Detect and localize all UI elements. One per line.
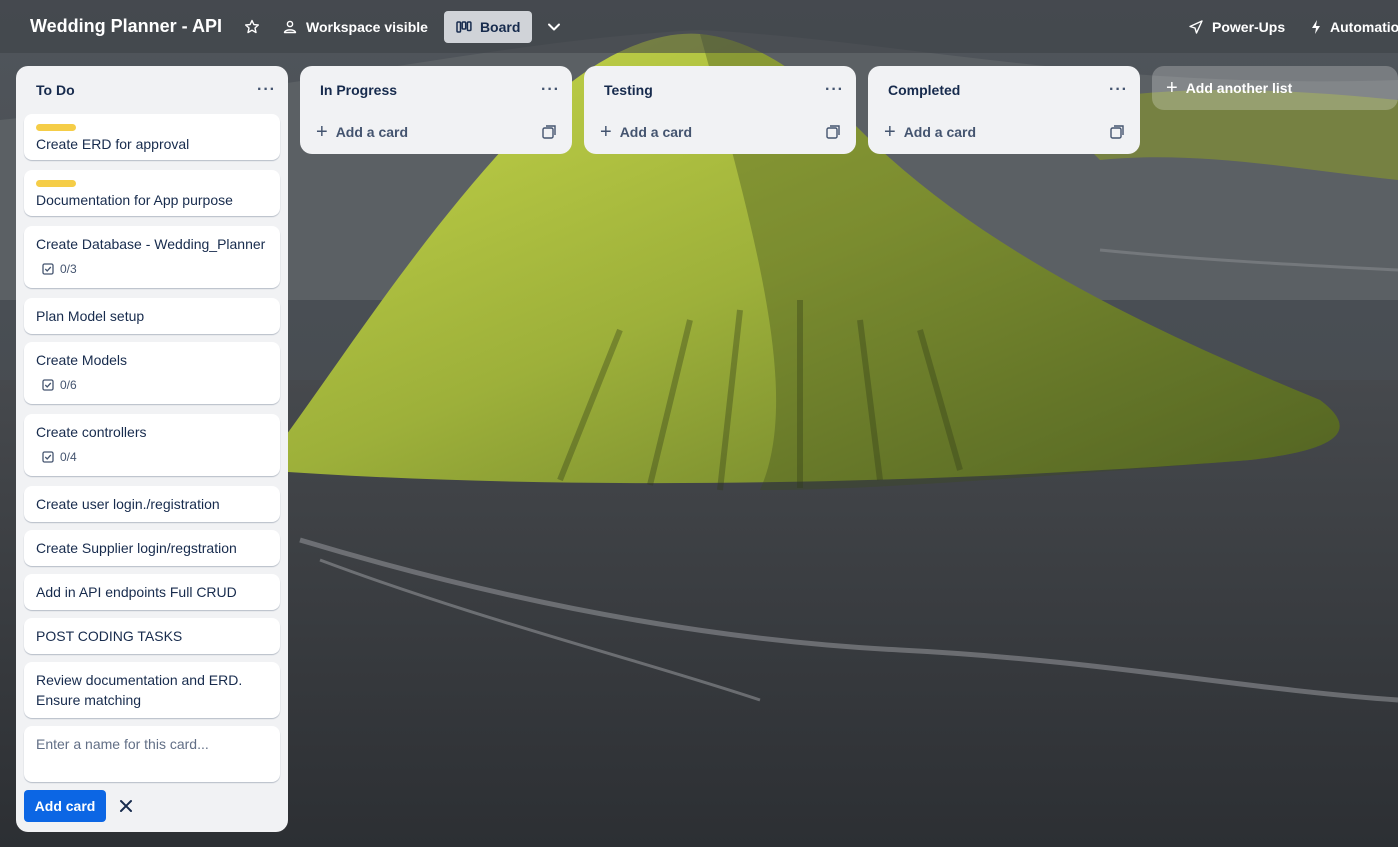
add-a-card-label: Add a card — [903, 124, 977, 140]
star-icon — [244, 19, 260, 35]
card-template-icon[interactable] — [826, 125, 840, 139]
rocket-icon — [1188, 19, 1204, 35]
card[interactable]: Documentation for App purpose — [24, 170, 280, 216]
list-title[interactable]: Completed — [888, 82, 960, 98]
close-icon — [119, 799, 133, 813]
plus-icon: + — [600, 121, 612, 143]
card[interactable]: Plan Model setup — [24, 298, 280, 334]
automation-button[interactable]: Automatio — [1302, 11, 1398, 43]
switch-view-button[interactable] — [538, 11, 570, 43]
list-todo: To Do ··· Create ERD for approval Docume… — [16, 66, 288, 832]
people-icon — [282, 19, 298, 35]
automation-label: Automatio — [1330, 18, 1398, 35]
lightning-icon — [1310, 19, 1322, 35]
card[interactable]: Create Supplier login/regstration — [24, 530, 280, 566]
add-a-card-label: Add a card — [335, 124, 409, 140]
card[interactable]: Add in API endpoints Full CRUD — [24, 574, 280, 610]
list-menu-button[interactable]: ··· — [257, 82, 276, 98]
list-in-progress: In Progress ··· + Add a card — [300, 66, 572, 154]
card[interactable]: Review documentation and ERD. Ensure mat… — [24, 662, 280, 718]
card-title: Plan Model setup — [36, 308, 145, 324]
card[interactable]: Create Database - Wedding_Planner 0/3 — [24, 226, 280, 288]
plus-icon: + — [1166, 76, 1178, 99]
card[interactable]: Create Models 0/6 — [24, 342, 280, 404]
checklist-count: 0/6 — [60, 378, 77, 392]
card-title: Create Supplier login/regstration — [36, 540, 237, 556]
close-composer-button[interactable] — [114, 790, 138, 822]
card-title: Add in API endpoints Full CRUD — [36, 584, 237, 600]
card-title: Create controllers — [36, 424, 147, 440]
card-title: Create ERD for approval — [36, 136, 190, 152]
list-menu-button[interactable]: ··· — [825, 82, 844, 98]
card[interactable]: Create user login./registration — [24, 486, 280, 522]
plus-icon: + — [884, 121, 896, 143]
board-header: Wedding Planner - API Workspace visible … — [0, 0, 1398, 53]
card-label-yellow[interactable] — [36, 124, 76, 131]
card[interactable]: Create controllers 0/4 — [24, 414, 280, 476]
checklist-badge: 0/3 — [42, 262, 77, 276]
card-title: POST CODING TASKS — [36, 628, 183, 644]
add-another-list-label: Add another list — [1185, 80, 1293, 96]
checklist-badge: 0/4 — [42, 450, 77, 464]
board-icon — [456, 20, 472, 34]
card[interactable]: POST CODING TASKS — [24, 618, 280, 654]
list-header: In Progress ··· — [300, 66, 572, 114]
card-title: Documentation for App purpose — [36, 192, 233, 208]
board-view-label: Board — [479, 18, 521, 35]
powerups-button[interactable]: Power-Ups — [1180, 11, 1293, 43]
list-title[interactable]: Testing — [604, 82, 653, 98]
list-completed: Completed ··· + Add a card — [868, 66, 1140, 154]
plus-icon: + — [316, 121, 328, 143]
list-header: To Do ··· — [16, 66, 288, 114]
add-a-card-button[interactable]: + Add a card — [592, 114, 848, 150]
board-view-button[interactable]: Board — [443, 10, 533, 43]
card-template-icon[interactable] — [542, 125, 556, 139]
list-title[interactable]: To Do — [36, 82, 75, 98]
card-template-icon[interactable] — [1110, 125, 1124, 139]
board-title[interactable]: Wedding Planner - API — [30, 16, 222, 37]
checklist-count: 0/3 — [60, 262, 77, 276]
visibility-label: Workspace visible — [306, 18, 428, 35]
add-a-card-button[interactable]: + Add a card — [876, 114, 1132, 150]
add-a-card-label: Add a card — [619, 124, 693, 140]
checkbox-icon — [42, 379, 54, 391]
list-menu-button[interactable]: ··· — [541, 82, 560, 98]
card-label-yellow[interactable] — [36, 180, 76, 187]
list-header: Testing ··· — [584, 66, 856, 114]
card-title-line-2: Ensure matching — [36, 692, 142, 708]
card-title: Review documentation and ERD. — [36, 672, 243, 688]
star-button[interactable] — [236, 11, 268, 43]
checkbox-icon — [42, 451, 54, 463]
add-another-list-button[interactable]: + Add another list — [1152, 66, 1398, 110]
card-title: Create Models — [36, 352, 128, 368]
checklist-count: 0/4 — [60, 450, 77, 464]
list-menu-button[interactable]: ··· — [1109, 82, 1128, 98]
powerups-label: Power-Ups — [1212, 18, 1286, 35]
card[interactable]: Create ERD for approval — [24, 114, 280, 160]
list-title[interactable]: In Progress — [320, 82, 397, 98]
list-header: Completed ··· — [868, 66, 1140, 114]
checkbox-icon — [42, 263, 54, 275]
checklist-badge: 0/6 — [42, 378, 77, 392]
card-name-input[interactable] — [24, 726, 280, 782]
list-testing: Testing ··· + Add a card — [584, 66, 856, 154]
card-title: Create user login./registration — [36, 496, 220, 512]
card-title: Create Database - Wedding_Planner — [36, 236, 266, 252]
visibility-button[interactable]: Workspace visible — [274, 11, 436, 43]
add-a-card-button[interactable]: + Add a card — [308, 114, 564, 150]
add-card-button[interactable]: Add card — [24, 790, 106, 822]
chevron-down-icon — [546, 19, 562, 35]
